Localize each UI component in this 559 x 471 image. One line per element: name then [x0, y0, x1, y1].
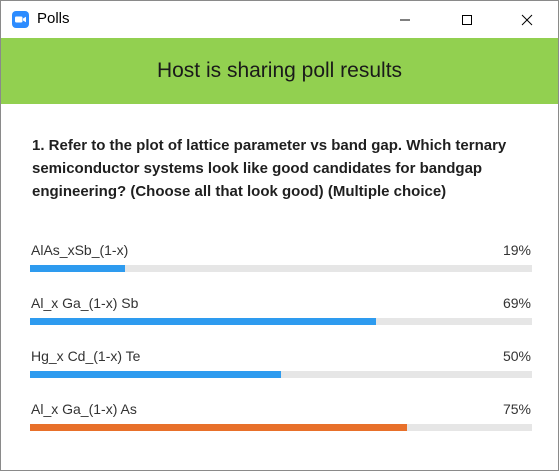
- title-bar: Polls: [1, 1, 558, 38]
- option-percent: 19%: [502, 242, 531, 258]
- poll-question: 1. Refer to the plot of lattice paramete…: [32, 137, 507, 200]
- minimize-button[interactable]: [382, 1, 428, 38]
- option-label: Al_x Ga_(1-x) Sb: [31, 295, 139, 311]
- option-percent: 69%: [502, 295, 531, 311]
- poll-option: AlAs_xSb_(1-x) 19%: [30, 242, 532, 282]
- option-label: Al_x Ga_(1-x) As: [31, 401, 137, 417]
- poll-option: Al_x Ga_(1-x) Sb 69%: [30, 295, 532, 335]
- result-bar-fill: [30, 424, 407, 431]
- poll-option: Al_x Ga_(1-x) As 75%: [30, 401, 532, 441]
- option-percent: 75%: [502, 401, 531, 417]
- poll-option: Hg_x Cd_(1-x) Te 50%: [30, 348, 532, 388]
- maximize-button[interactable]: [444, 1, 490, 38]
- option-percent: 50%: [502, 348, 531, 364]
- close-icon: [521, 14, 533, 25]
- result-bar-fill: [30, 318, 377, 325]
- window-title: Polls: [37, 10, 70, 27]
- zoom-camera-icon: [12, 11, 29, 28]
- result-bar-track: [30, 424, 532, 431]
- result-bar-track: [30, 371, 532, 378]
- option-label: Hg_x Cd_(1-x) Te: [31, 348, 141, 364]
- minimize-icon: [400, 19, 410, 20]
- result-bar-fill: [30, 371, 281, 378]
- result-bar-track: [30, 265, 532, 272]
- poll-results-banner: Host is sharing poll results: [1, 38, 558, 104]
- maximize-icon: [462, 14, 472, 25]
- option-label: AlAs_xSb_(1-x): [31, 242, 129, 258]
- close-button[interactable]: [504, 1, 550, 38]
- result-bar-track: [30, 318, 532, 325]
- result-bar-fill: [30, 265, 126, 272]
